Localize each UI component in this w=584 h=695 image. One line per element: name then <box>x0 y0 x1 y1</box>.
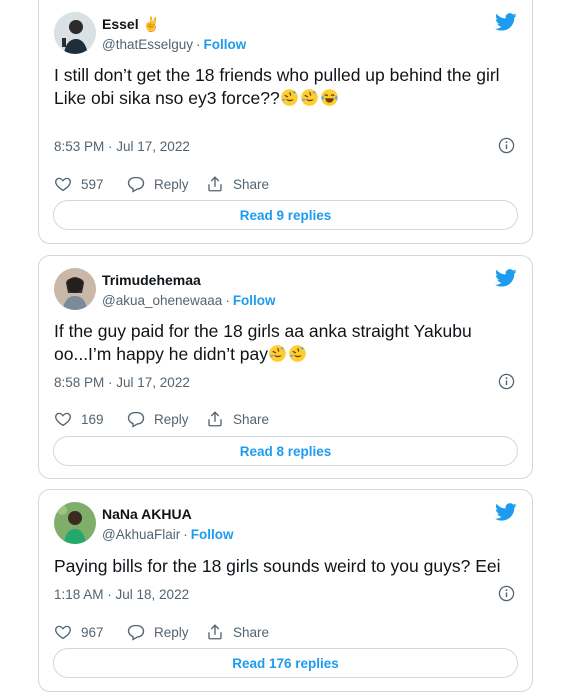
user-names: Trimudehemaa @akua_ohenewaaa · Follow <box>102 271 276 310</box>
tweet-timestamp[interactable]: 1:18 AM · Jul 18, 2022 <box>54 587 189 602</box>
tweet-timestamp[interactable]: 8:53 PM · Jul 17, 2022 <box>54 139 190 154</box>
tweet-timestamp[interactable]: 8:58 PM · Jul 17, 2022 <box>54 375 190 390</box>
user-handle[interactable]: @thatEsselguy <box>102 37 193 52</box>
display-name[interactable]: Trimudehemaa <box>102 271 201 289</box>
share-icon <box>206 175 224 193</box>
tweet-header: Trimudehemaa @akua_ohenewaaa · Follow <box>54 267 517 311</box>
reply-label: Reply <box>154 411 189 427</box>
user-names: NaNa AKHUA @AkhuaFlair · Follow <box>102 505 233 544</box>
info-icon[interactable] <box>498 373 515 390</box>
rofl-emoji <box>280 88 299 107</box>
avatar-image <box>54 12 96 54</box>
separator-dot: · <box>225 293 230 308</box>
read-replies-button[interactable]: Read 8 replies <box>53 436 518 466</box>
handle-line: @AkhuaFlair · Follow <box>102 526 233 544</box>
share-button[interactable]: Share <box>206 622 269 642</box>
reply-button[interactable]: Reply <box>127 622 189 642</box>
user-handle[interactable]: @akua_ohenewaaa <box>102 293 222 308</box>
avatar[interactable] <box>54 268 96 310</box>
handle-line: @akua_ohenewaaa · Follow <box>102 292 276 310</box>
twitter-bird-icon[interactable] <box>495 267 517 289</box>
share-button[interactable]: Share <box>206 409 269 429</box>
follow-link[interactable]: Follow <box>191 527 234 542</box>
separator-dot: · <box>183 527 188 542</box>
share-button[interactable]: Share <box>206 174 269 194</box>
reply-bubble-icon <box>127 410 145 428</box>
share-label: Share <box>233 411 270 427</box>
heart-icon <box>54 410 72 428</box>
read-replies-button[interactable]: Read 176 replies <box>53 648 518 678</box>
read-replies-button[interactable]: Read 9 replies <box>53 200 518 230</box>
display-name[interactable]: Essel ✌️ <box>102 15 160 33</box>
rofl-emoji <box>300 88 319 107</box>
avatar[interactable] <box>54 12 96 54</box>
twitter-bird-icon[interactable] <box>495 501 517 523</box>
share-icon <box>206 410 224 428</box>
tweet-header: NaNa AKHUA @AkhuaFlair · Follow <box>54 501 517 545</box>
separator-dot: · <box>196 37 201 52</box>
tweet-card: Essel ✌️ @thatEsselguy · Follow I still do… <box>38 0 533 244</box>
reply-button[interactable]: Reply <box>127 174 189 194</box>
tweet-text-body: Paying bills for the 18 girls sounds wei… <box>54 556 501 576</box>
avatar[interactable] <box>54 502 96 544</box>
rofl-emoji <box>268 344 287 363</box>
avatar-image <box>54 268 96 310</box>
like-count: 967 <box>81 624 104 640</box>
like-count: 169 <box>81 411 104 427</box>
follow-link[interactable]: Follow <box>204 37 247 52</box>
tweet-text-body: I still don’t get the 18 friends who pul… <box>54 65 500 108</box>
like-button[interactable]: 967 <box>54 622 104 642</box>
tweet-card: NaNa AKHUA @AkhuaFlair · Follow Paying bil… <box>38 489 533 692</box>
user-names: Essel ✌️ @thatEsselguy · Follow <box>102 15 246 54</box>
share-icon <box>206 623 224 641</box>
info-icon[interactable] <box>498 137 515 154</box>
tweet-header: Essel ✌️ @thatEsselguy · Follow <box>54 11 517 55</box>
follow-link[interactable]: Follow <box>233 293 276 308</box>
joy-emoji <box>320 88 339 107</box>
tweet-text: If the guy paid for the 18 girls aa anka… <box>54 320 512 366</box>
info-icon[interactable] <box>498 585 515 602</box>
reply-button[interactable]: Reply <box>127 409 189 429</box>
like-button[interactable]: 169 <box>54 409 104 429</box>
avatar-image <box>54 502 96 544</box>
tweet-text: I still don’t get the 18 friends who pul… <box>54 64 512 110</box>
like-count: 597 <box>81 176 104 192</box>
heart-icon <box>54 175 72 193</box>
tweet-card: Trimudehemaa @akua_ohenewaaa · Follow If t… <box>38 255 533 479</box>
tweet-text: Paying bills for the 18 girls sounds wei… <box>54 555 512 578</box>
handle-line: @thatEsselguy · Follow <box>102 36 246 54</box>
user-handle[interactable]: @AkhuaFlair <box>102 527 180 542</box>
share-label: Share <box>233 624 270 640</box>
display-name[interactable]: NaNa AKHUA <box>102 505 192 523</box>
twitter-bird-icon[interactable] <box>495 11 517 33</box>
reply-label: Reply <box>154 624 189 640</box>
like-button[interactable]: 597 <box>54 174 104 194</box>
reply-bubble-icon <box>127 175 145 193</box>
reply-bubble-icon <box>127 623 145 641</box>
heart-icon <box>54 623 72 641</box>
reply-label: Reply <box>154 176 189 192</box>
rofl-emoji <box>288 344 307 363</box>
share-label: Share <box>233 176 270 192</box>
tweet-text-body: If the guy paid for the 18 girls aa anka… <box>54 321 472 364</box>
